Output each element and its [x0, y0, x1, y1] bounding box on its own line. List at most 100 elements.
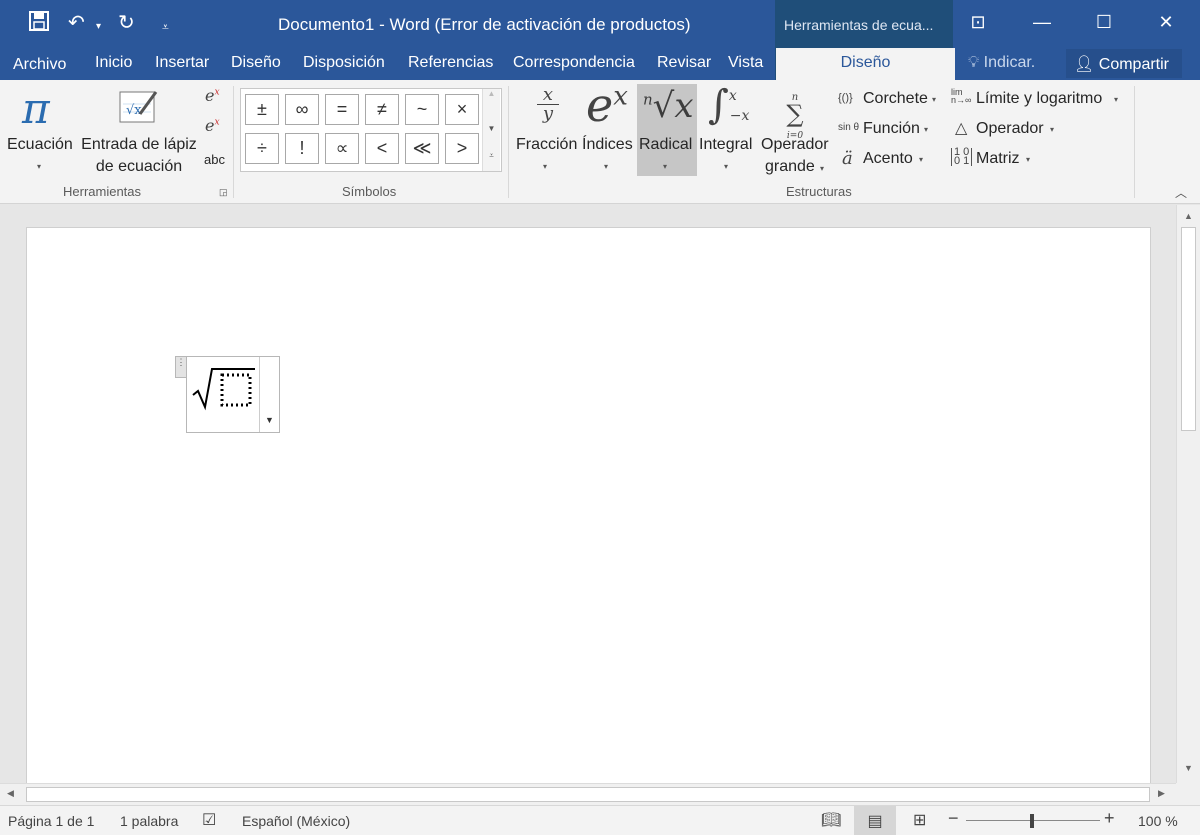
symbol-equals[interactable]: = [325, 94, 359, 125]
maximize-button[interactable]: ☐ [1084, 10, 1124, 34]
matrix-dropdown-icon[interactable]: ▾ [1026, 155, 1030, 164]
separator [508, 86, 509, 198]
separator [1134, 86, 1135, 198]
fraction-icon: xy [537, 86, 559, 123]
scroll-left-icon[interactable]: ◀ [7, 788, 14, 799]
fraction-dropdown-icon[interactable]: ▾ [543, 162, 547, 171]
lightbulb-icon: 💡︎ [968, 54, 980, 71]
language[interactable]: Español (México) [242, 813, 350, 829]
close-button[interactable]: ✕ [1146, 10, 1186, 34]
person-add-icon: 👤︎ [1074, 56, 1095, 73]
tab-insertar[interactable]: Insertar [155, 54, 209, 72]
tab-correspondencia[interactable]: Correspondencia [513, 54, 635, 72]
redo-icon[interactable]: ↻ [118, 10, 135, 36]
symbol-infinity[interactable]: ∞ [285, 94, 319, 125]
accent-dropdown-icon[interactable]: ▾ [919, 155, 923, 164]
customize-qat-icon[interactable]: ⩡ [162, 14, 169, 40]
gallery-scroll-down-icon[interactable]: ▼ [482, 116, 500, 143]
collapse-ribbon-icon[interactable]: ︿ [1175, 184, 1187, 201]
symbol-proportional[interactable]: ∝ [325, 133, 359, 164]
fraction-button[interactable]: Fracción [516, 136, 577, 154]
bracket-button[interactable]: Corchete [863, 90, 928, 108]
large-operator-label-2[interactable]: grande [765, 158, 815, 176]
tab-diseno-equation[interactable]: Diseño [776, 48, 955, 81]
zoom-slider-thumb[interactable] [1030, 814, 1034, 828]
ribbon-display-options-icon[interactable]: ⊡ [958, 10, 998, 34]
accent-button[interactable]: Acento [863, 150, 913, 168]
tell-me-box[interactable]: 💡︎ Indicar. [968, 54, 1035, 72]
symbol-much-less-than[interactable]: ≪ [405, 133, 439, 164]
read-mode-icon[interactable]: 📖︎ [821, 810, 841, 830]
zoom-level[interactable]: 100 % [1138, 813, 1178, 829]
page-count[interactable]: Página 1 de 1 [8, 813, 94, 829]
function-button[interactable]: Función [863, 120, 920, 138]
ink-equation-label-1[interactable]: Entrada de lápiz [78, 136, 200, 154]
minimize-button[interactable]: — [1022, 10, 1062, 34]
gallery-more-icon[interactable]: ⩡ [482, 143, 500, 171]
normal-text-button[interactable]: abc [204, 152, 225, 167]
symbol-times[interactable]: × [445, 94, 479, 125]
status-bar: Página 1 de 1 1 palabra ☑ Español (Méxic… [0, 805, 1200, 835]
document-page[interactable] [26, 227, 1151, 797]
scroll-down-icon[interactable]: ▼ [1184, 763, 1193, 773]
tab-diseno[interactable]: Diseño [231, 54, 281, 72]
group-label-simbolos: Símbolos [342, 184, 397, 199]
scroll-right-icon[interactable]: ▶ [1158, 788, 1165, 799]
script-button[interactable]: Índices [582, 136, 633, 154]
proofing-icon[interactable]: ☑ [202, 810, 216, 830]
print-layout-icon[interactable]: ▤ [854, 806, 896, 835]
zoom-out-icon[interactable]: − [948, 808, 959, 829]
scroll-up-icon[interactable]: ▲ [1184, 211, 1193, 221]
script-icon: ex [586, 78, 628, 132]
symbol-plus-minus[interactable]: ± [245, 94, 279, 125]
limit-log-button[interactable]: Límite y logaritmo [976, 90, 1102, 108]
equation-options-dropdown-icon[interactable]: ▼ [265, 415, 274, 425]
symbol-tilde[interactable]: ~ [405, 94, 439, 125]
matrix-button[interactable]: Matriz [976, 150, 1020, 168]
limit-log-dropdown-icon[interactable]: ▾ [1114, 95, 1118, 104]
tab-referencias[interactable]: Referencias [408, 54, 493, 72]
ink-equation-label-2[interactable]: de ecuación [78, 158, 200, 176]
integral-dropdown-icon[interactable]: ▾ [724, 162, 728, 171]
tab-vista[interactable]: Vista [728, 54, 763, 72]
share-button[interactable]: 👤︎ Compartir [1066, 49, 1182, 78]
undo-icon[interactable]: ↶ [68, 10, 85, 36]
symbols-gallery: ± ∞ = ≠ ~ × ÷ ! ∝ < ≪ > [240, 88, 502, 172]
symbol-divide[interactable]: ÷ [245, 133, 279, 164]
horizontal-scrollbar[interactable]: ◀ ▶ [0, 783, 1176, 805]
integral-button[interactable]: Integral [699, 136, 752, 154]
tab-revisar[interactable]: Revisar [657, 54, 711, 72]
script-dropdown-icon[interactable]: ▾ [604, 162, 608, 171]
operator-dropdown-icon[interactable]: ▾ [1050, 125, 1054, 134]
symbol-less-than[interactable]: < [365, 133, 399, 164]
dialog-launcher-icon[interactable]: ◲ [219, 187, 228, 198]
symbol-not-equal[interactable]: ≠ [365, 94, 399, 125]
radical-button[interactable]: n√x Radical ▾ [637, 84, 697, 176]
tab-inicio[interactable]: Inicio [95, 54, 132, 72]
operator-button[interactable]: Operador [976, 120, 1044, 138]
undo-dropdown-icon[interactable]: ▾ [96, 14, 101, 40]
word-count[interactable]: 1 palabra [120, 813, 178, 829]
gallery-scroll-up-icon[interactable]: ▲ [482, 89, 500, 116]
professional-format-icon[interactable]: ex [205, 86, 220, 105]
tell-me-label: Indicar. [983, 54, 1036, 71]
vertical-scroll-thumb[interactable] [1181, 227, 1196, 431]
horizontal-scroll-thumb[interactable] [26, 787, 1150, 802]
large-operator-label-1[interactable]: Operador [761, 136, 829, 154]
linear-format-icon[interactable]: ex [205, 116, 220, 135]
symbol-factorial[interactable]: ! [285, 133, 319, 164]
large-operator-dropdown-icon[interactable]: ▾ [820, 164, 824, 173]
save-icon[interactable] [28, 10, 50, 39]
bracket-dropdown-icon[interactable]: ▾ [932, 95, 936, 104]
symbol-greater-than[interactable]: > [445, 133, 479, 164]
zoom-in-icon[interactable]: + [1104, 808, 1115, 829]
web-layout-icon[interactable]: ⊞ [913, 810, 926, 830]
vertical-scrollbar[interactable]: ▲ ▼ [1176, 205, 1200, 783]
bracket-icon: {()} [838, 92, 853, 104]
function-dropdown-icon[interactable]: ▾ [924, 125, 928, 134]
equation-button[interactable]: Ecuación [7, 136, 73, 154]
equation-placeholder[interactable]: ▼ [186, 356, 280, 433]
equation-dropdown-icon[interactable]: ▾ [37, 162, 41, 171]
tab-disposicion[interactable]: Disposición [303, 54, 385, 72]
tab-archivo[interactable]: Archivo [13, 56, 66, 74]
